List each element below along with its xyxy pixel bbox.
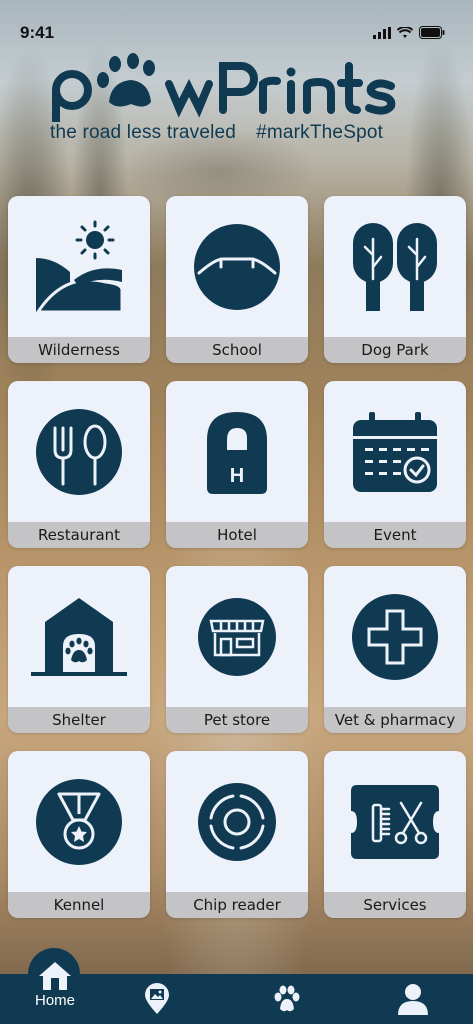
pawprints-logo [52,53,396,122]
tile-label: Event [324,522,466,548]
kennel-medal-icon [36,779,122,865]
tile-label: Services [324,892,466,918]
svg-text:H: H [230,465,244,487]
category-tile-chip-reader[interactable]: Chip reader [166,751,308,918]
tile-label: Chip reader [166,892,308,918]
status-icons [373,26,445,39]
category-tile-dog-park[interactable]: Dog Park [324,196,466,363]
restaurant-icon [36,409,122,495]
school-icon [194,224,280,310]
chip-reader-icon [198,783,276,861]
hotel-icon: H [207,412,267,494]
tab-map[interactable] [132,974,182,1024]
category-tile-hotel[interactable]: H Hotel [166,381,308,548]
vet-cross-icon [352,594,438,680]
category-tile-services[interactable]: Services [324,751,466,918]
tile-label: Hotel [166,522,308,548]
category-tile-shelter[interactable]: Shelter [8,566,150,733]
tagline-hashtag: #markTheSpot [256,122,384,143]
tagline-motto: the road less traveled [50,122,237,143]
event-calendar-icon [353,412,437,492]
home-tab-label: Home [34,992,75,1009]
category-tile-school[interactable]: School [166,196,308,363]
category-tile-restaurant[interactable]: Restaurant [8,381,150,548]
category-tile-vet-pharmacy[interactable]: Vet & pharmacy [324,566,466,733]
paw-icon [274,985,300,1012]
category-tile-pet-store[interactable]: Pet store [166,566,308,733]
map-pin-icon [145,983,169,1014]
status-time: 9:41 [20,23,55,42]
category-tile-kennel[interactable]: Kennel [8,751,150,918]
services-icon [351,785,439,859]
tab-home[interactable]: Home [22,956,88,1020]
tile-label: Wilderness [8,337,150,363]
profile-icon [398,984,428,1015]
tile-label: Restaurant [8,522,150,548]
wilderness-icon [35,220,124,313]
status-bar: 9:41 [0,0,473,50]
pet-store-icon [198,598,276,676]
tile-label: Pet store [166,707,308,733]
dog-park-icon [353,223,437,311]
tab-profile[interactable] [388,974,438,1024]
battery-icon [419,26,445,39]
wifi-icon [397,26,413,38]
tile-label: Kennel [8,892,150,918]
home-icon [39,962,71,990]
tile-label: School [166,337,308,363]
tile-label: Dog Park [324,337,466,363]
tile-label: Shelter [8,707,150,733]
signal-icon [373,26,391,39]
category-tile-wilderness[interactable]: Wilderness [8,196,150,363]
shelter-icon [31,598,127,676]
tab-paw[interactable] [262,974,312,1024]
tile-label: Vet & pharmacy [324,707,466,733]
category-tile-event[interactable]: Event [324,381,466,548]
tagline: the road less traveled #markTheSpot [50,122,383,144]
